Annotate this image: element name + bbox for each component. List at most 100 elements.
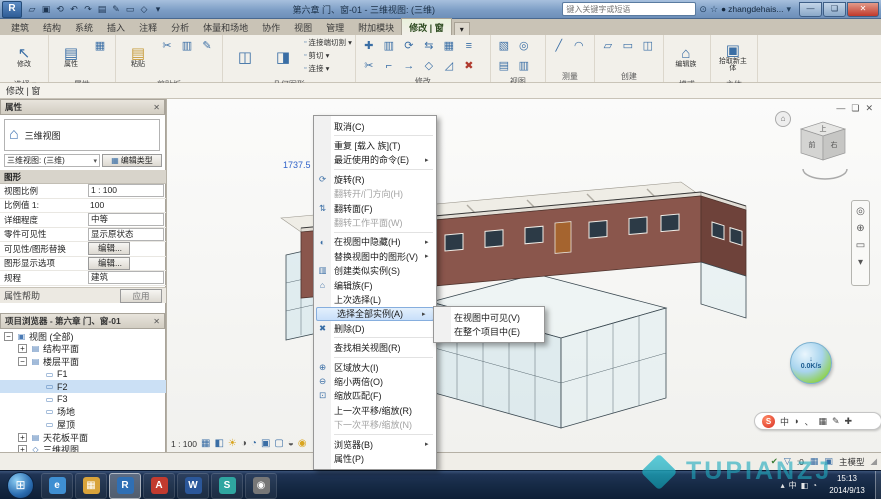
context-menu-item[interactable]: ⊡ 缩放匹配(F) ▸ — [314, 389, 436, 403]
qat-icon[interactable]: ◇ — [137, 3, 151, 16]
ime-toolbar-icon[interactable]: S — [762, 415, 775, 428]
contextual-tab-modify-window[interactable]: 修改 | 窗 — [401, 18, 452, 35]
viewcube[interactable]: 上 前 右 — [789, 113, 861, 185]
ribbon-button[interactable]: ▥ — [380, 37, 398, 55]
view-window-control-icon[interactable]: ✕ — [865, 103, 873, 114]
window-control-button[interactable]: — — [799, 2, 822, 17]
type-selector-dropdown[interactable]: 三维视图: (三维) ▾ — [4, 154, 100, 167]
qat-icon[interactable]: ✎ — [109, 3, 123, 16]
ribbon-button[interactable]: ▦ — [440, 37, 458, 55]
taskbar-item[interactable]: ▦ — [75, 473, 107, 499]
view-control-icon[interactable]: ▣ — [261, 439, 270, 449]
ribbon-button[interactable]: ▣ 拾取新主体 — [715, 37, 751, 78]
view-control-icon[interactable]: ◔ — [251, 439, 257, 449]
tray-icon[interactable]: ◧ — [801, 481, 809, 490]
ribbon-button[interactable]: ✎ — [198, 37, 216, 55]
view-control-icon[interactable]: ▢ — [274, 439, 283, 449]
context-menu-item[interactable]: 上次选择(L) ▸ — [314, 292, 436, 306]
context-menu-item[interactable]: 最近使用的命令(E) ▸ — [314, 153, 436, 167]
property-value[interactable]: 100 — [88, 200, 164, 210]
ribbon-button[interactable]: ◇ — [420, 57, 438, 75]
show-desktop-button[interactable] — [875, 471, 881, 499]
qat-icon[interactable]: ▾ — [151, 3, 165, 16]
tree-item[interactable]: + ▤ 结构平面 — [0, 343, 166, 356]
ribbon-button[interactable]: ◫ — [639, 37, 657, 55]
properties-header[interactable]: 属性 ✕ — [0, 99, 165, 115]
ime-toolbar-icon[interactable]: 、 — [804, 415, 813, 428]
ime-toolbar-icon[interactable]: ◗ — [794, 416, 799, 426]
properties-close-icon[interactable]: ✕ — [153, 103, 160, 112]
ribbon-tab[interactable]: 分析 — [164, 19, 196, 35]
ribbon-button[interactable]: ◿ — [440, 57, 458, 75]
context-menu-item[interactable]: ⌂ 编辑族(F) ▸ — [314, 278, 436, 292]
taskbar-clock[interactable]: 15:13 2014/9/13 — [821, 473, 873, 497]
submenu-item[interactable]: 在视图中可见(V) ▸ — [434, 310, 544, 324]
drawing-area[interactable]: 1737.5 — [166, 99, 881, 452]
context-menu-item[interactable]: ▥ 创建类似实例(S) ▸ — [314, 264, 436, 278]
tab-overflow-icon[interactable]: ▾ — [454, 22, 470, 35]
tray-icon[interactable]: 中 — [789, 480, 797, 491]
ribbon-button[interactable]: ◨ — [265, 37, 301, 78]
ribbon-button[interactable]: ▭ — [619, 37, 637, 55]
context-menu-item[interactable]: 属性(P) ▸ — [314, 451, 436, 465]
type-preview[interactable]: ⌂ 三维视图 — [4, 119, 160, 151]
context-menu-item[interactable]: 下一次平移/缩放(N) ▸ — [314, 417, 436, 431]
ribbon-button[interactable]: ⌂ 编辑族 — [668, 37, 704, 78]
tree-expander-icon[interactable]: + — [18, 433, 27, 442]
ime-toolbar-icon[interactable]: ✎ — [832, 416, 840, 427]
ribbon-button[interactable]: ▤ — [495, 57, 513, 75]
application-menu-button[interactable]: R — [2, 1, 22, 18]
view-control-icon[interactable]: ◑ — [241, 439, 247, 449]
project-browser-close-icon[interactable]: ✕ — [153, 317, 160, 326]
ribbon-text-button[interactable]: ▫ 连接端切割 ▾ — [304, 36, 352, 49]
tray-icon[interactable]: ◔ — [812, 481, 817, 490]
ribbon-button[interactable]: ✚ — [360, 37, 378, 55]
ribbon-tab[interactable]: 结构 — [36, 19, 68, 35]
property-value[interactable]: 编辑... — [88, 257, 130, 270]
resize-grip-icon[interactable]: ◢ — [870, 456, 877, 467]
ribbon-tab[interactable]: 协作 — [255, 19, 287, 35]
tree-expander-icon[interactable]: − — [18, 357, 27, 366]
ribbon-button[interactable]: ⇆ — [420, 37, 438, 55]
taskbar-item[interactable]: R — [109, 473, 141, 499]
ribbon-button[interactable]: ⌐ — [380, 57, 398, 75]
context-menu-item[interactable]: 上一次平移/缩放(R) ▸ — [314, 403, 436, 417]
tree-item[interactable]: ▭ F2 — [0, 380, 166, 393]
property-value[interactable]: 1 : 100 — [88, 184, 164, 197]
property-value[interactable]: 建筑 — [88, 271, 164, 284]
ime-toolbar-icon[interactable]: ✚ — [845, 416, 853, 427]
ribbon-button[interactable]: ✂ — [158, 37, 176, 55]
property-row[interactable]: 可见性/图形替换 编辑... — [0, 242, 166, 257]
ribbon-button[interactable]: ▦ — [91, 37, 109, 55]
context-menu-item[interactable]: 浏览器(B) ▸ — [314, 437, 436, 451]
selection-check-icon[interactable]: ✔ — [771, 456, 778, 467]
ribbon-tab[interactable]: 插入 — [100, 19, 132, 35]
ribbon-text-button[interactable]: ▫ 连接 ▾ — [304, 62, 352, 75]
search-icon[interactable]: ⊙ — [699, 4, 707, 15]
ime-toolbar-icon[interactable]: 中 — [780, 415, 789, 428]
net-speed-ball[interactable]: ↓ 0.0K/s — [790, 342, 832, 384]
view-scale-label[interactable]: 1 : 100 — [171, 439, 197, 449]
ribbon-button[interactable]: ▥ — [515, 57, 533, 75]
ribbon-panel-label[interactable]: 测量 — [549, 71, 591, 82]
ribbon-tab[interactable]: 注释 — [132, 19, 164, 35]
navigation-tool-icon[interactable]: ⊕ — [856, 223, 864, 234]
ribbon-button[interactable]: ▤ 属性 — [53, 37, 89, 78]
ribbon-panel-label[interactable]: 创建 — [598, 71, 660, 82]
taskbar-item[interactable]: A — [143, 473, 175, 499]
favorites-star-icon[interactable]: ☆ — [710, 4, 718, 15]
ribbon-button[interactable]: ↖ 修改 — [6, 37, 42, 78]
exclude-options-icon[interactable]: ▣ — [824, 456, 833, 467]
tree-item[interactable]: ▭ F3 — [0, 393, 166, 406]
ribbon-button[interactable]: ⟳ — [400, 37, 418, 55]
context-menu-item[interactable]: 选择全部实例(A) ▸ — [316, 307, 434, 321]
ribbon-button[interactable]: → — [400, 57, 418, 75]
context-menu-item[interactable]: ⊖ 缩小两倍(O) ▸ — [314, 374, 436, 388]
ribbon-button[interactable]: ▥ — [178, 37, 196, 55]
tree-expander-icon[interactable]: − — [4, 332, 13, 341]
ribbon-button[interactable]: ◠ — [570, 37, 588, 55]
ribbon-button[interactable]: ✖ — [460, 57, 478, 75]
window-control-button[interactable]: ❏ — [823, 2, 846, 17]
navigation-tool-icon[interactable]: ▭ — [856, 240, 865, 251]
taskbar-item[interactable]: e — [41, 473, 73, 499]
